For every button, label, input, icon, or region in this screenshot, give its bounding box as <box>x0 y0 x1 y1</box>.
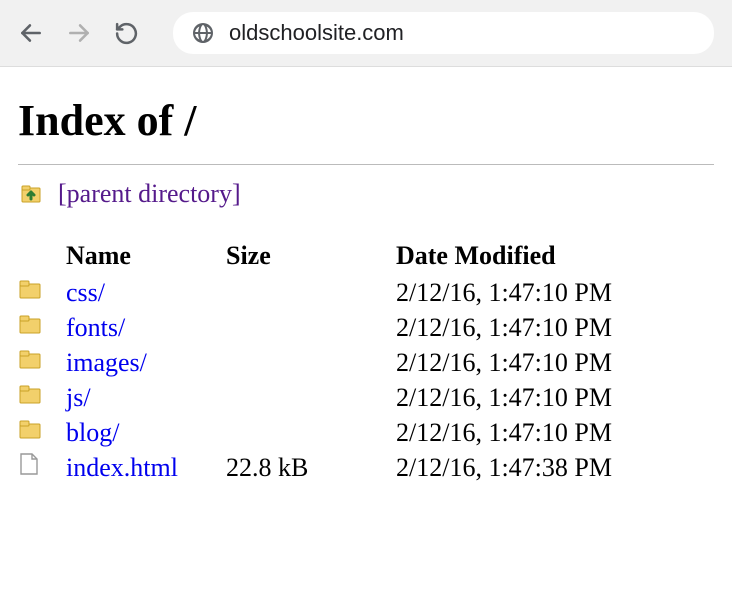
table-row: js/2/12/16, 1:47:10 PM <box>18 380 676 415</box>
header-date: Date Modified <box>396 237 676 275</box>
folder-icon <box>18 310 66 345</box>
table-row: fonts/2/12/16, 1:47:10 PM <box>18 310 676 345</box>
entry-link[interactable]: blog/ <box>66 418 119 447</box>
header-icon <box>18 237 66 275</box>
entry-date: 2/12/16, 1:47:10 PM <box>396 310 676 345</box>
table-row: images/2/12/16, 1:47:10 PM <box>18 345 676 380</box>
entry-link[interactable]: js/ <box>66 383 91 412</box>
folder-icon <box>18 380 66 415</box>
entry-size <box>226 275 396 310</box>
table-header-row: Name Size Date Modified <box>18 237 676 275</box>
folder-icon <box>18 275 66 310</box>
entry-link[interactable]: css/ <box>66 278 105 307</box>
entry-link[interactable]: index.html <box>66 453 178 482</box>
address-bar[interactable]: oldschoolsite.com <box>173 12 714 54</box>
parent-directory-link[interactable]: [parent directory] <box>58 179 241 209</box>
url-text: oldschoolsite.com <box>229 20 404 46</box>
entry-link[interactable]: images/ <box>66 348 147 377</box>
page-content: Index of / [parent directory] Name Size … <box>0 67 732 485</box>
browser-toolbar: oldschoolsite.com <box>0 0 732 67</box>
forward-button[interactable] <box>66 20 92 46</box>
table-row: css/2/12/16, 1:47:10 PM <box>18 275 676 310</box>
parent-directory-row: [parent directory] <box>18 179 714 209</box>
entry-date: 2/12/16, 1:47:10 PM <box>396 275 676 310</box>
back-button[interactable] <box>18 20 44 46</box>
entry-date: 2/12/16, 1:47:10 PM <box>396 380 676 415</box>
folder-icon <box>18 415 66 450</box>
header-size: Size <box>226 237 396 275</box>
folder-icon <box>18 345 66 380</box>
entry-date: 2/12/16, 1:47:10 PM <box>396 345 676 380</box>
entry-date: 2/12/16, 1:47:10 PM <box>396 415 676 450</box>
header-name: Name <box>66 237 226 275</box>
entry-link[interactable]: fonts/ <box>66 313 125 342</box>
up-arrow-icon <box>20 182 48 206</box>
entry-size <box>226 415 396 450</box>
entry-size <box>226 310 396 345</box>
globe-icon <box>191 21 215 45</box>
entry-date: 2/12/16, 1:47:38 PM <box>396 450 676 485</box>
reload-button[interactable] <box>114 21 139 46</box>
page-title: Index of / <box>18 95 714 165</box>
entry-size <box>226 380 396 415</box>
entry-size: 22.8 kB <box>226 450 396 485</box>
file-icon <box>18 450 66 485</box>
table-row: blog/2/12/16, 1:47:10 PM <box>18 415 676 450</box>
directory-table: Name Size Date Modified css/2/12/16, 1:4… <box>18 237 676 485</box>
entry-size <box>226 345 396 380</box>
table-row: index.html 22.8 kB2/12/16, 1:47:38 PM <box>18 450 676 485</box>
